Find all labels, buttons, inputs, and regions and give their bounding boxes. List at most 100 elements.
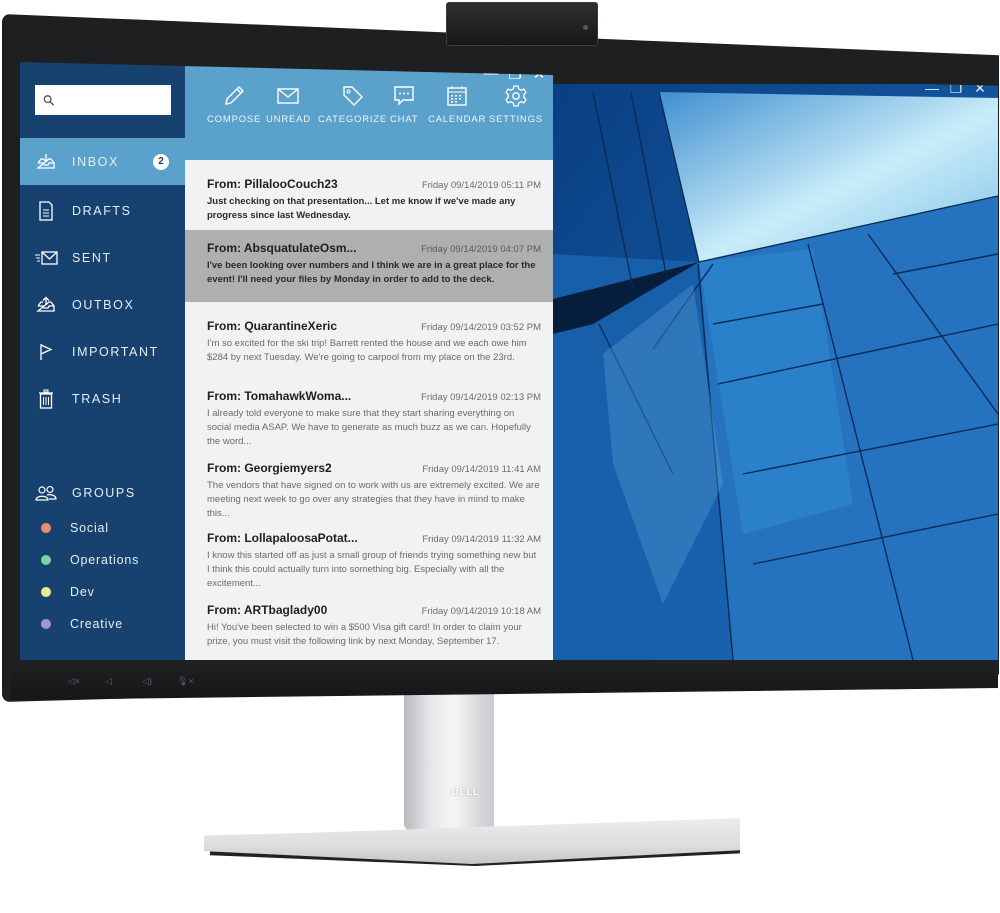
group-color-dot xyxy=(41,523,51,533)
group-label: Creative xyxy=(70,617,123,631)
settings-label: SETTINGS xyxy=(489,114,543,125)
mail-app-window: INBOX 2 DRAFTS SENT OUTBOX IMPORTANT TRA… xyxy=(20,62,553,660)
group-label: Social xyxy=(70,521,109,535)
compose-label: COMPOSE xyxy=(207,114,262,125)
message-item[interactable]: From: PillalooCouch23 Friday 09/14/2019 … xyxy=(185,168,553,232)
group-item-operations[interactable]: Operations xyxy=(20,546,185,574)
unread-label: UNREAD xyxy=(266,114,311,125)
message-preview: I know this started off as just a small … xyxy=(207,550,537,589)
wallpaper-geometry xyxy=(553,84,998,660)
message-item[interactable]: From: TomahawkWoma... Friday 09/14/2019 … xyxy=(185,380,553,447)
categorize-button[interactable]: CATEGORIZE xyxy=(318,84,387,125)
message-date: Friday 09/14/2019 11:41 AM xyxy=(422,464,541,475)
calendar-label: CALENDAR xyxy=(428,114,487,125)
message-item[interactable]: From: Georgiemyers2 Friday 09/14/2019 11… xyxy=(185,452,553,519)
mic-mute-icon[interactable]: 🎙× xyxy=(177,676,194,687)
monitor-screen: INBOX 2 DRAFTS SENT OUTBOX IMPORTANT TRA… xyxy=(20,62,998,660)
settings-button[interactable]: SETTINGS xyxy=(489,84,543,125)
sidebar-item-label: OUTBOX xyxy=(72,297,135,312)
speaker-mute-icon[interactable]: ◁× xyxy=(68,676,80,687)
drafts-icon xyxy=(20,200,72,221)
message-item[interactable]: From: ARTbaglady00 Friday 09/14/2019 10:… xyxy=(185,594,553,660)
sidebar-item-label: INBOX xyxy=(72,154,119,169)
message-date: Friday 09/14/2019 10:18 AM xyxy=(421,606,541,617)
unread-count-badge: 2 xyxy=(153,153,169,170)
compose-button[interactable]: COMPOSE xyxy=(207,84,261,125)
message-date: Friday 09/14/2019 11:32 AM xyxy=(422,534,541,545)
message-sender: From: QuarantineXeric xyxy=(207,319,338,333)
sidebar-item-outbox[interactable]: OUTBOX xyxy=(20,281,185,328)
message-preview: I've been looking over numbers and I thi… xyxy=(207,260,536,285)
sidebar-item-label: IMPORTANT xyxy=(72,344,159,359)
group-label: Dev xyxy=(70,585,95,599)
message-item[interactable]: From: QuarantineXeric Friday 09/14/2019 … xyxy=(185,310,553,376)
message-sender: From: Georgiemyers2 xyxy=(207,461,332,475)
unread-button[interactable]: UNREAD xyxy=(266,84,311,125)
message-preview: Just checking on that presentation... Le… xyxy=(207,196,516,221)
group-item-dev[interactable]: Dev xyxy=(20,578,185,606)
group-label: Operations xyxy=(70,553,140,567)
group-item-creative[interactable]: Creative xyxy=(20,610,185,638)
sidebar-item-label: TRASH xyxy=(72,391,123,406)
chat-button[interactable]: CHAT xyxy=(390,84,418,125)
speaker-high-icon[interactable]: ◁) xyxy=(142,676,152,687)
calendar-button[interactable]: CALENDAR xyxy=(428,84,486,125)
message-sender: From: LollapaloosaPotat... xyxy=(207,531,358,545)
speaker-low-icon[interactable]: ◁ xyxy=(105,676,112,687)
message-item[interactable]: From: LollapaloosaPotat... Friday 09/14/… xyxy=(185,522,553,589)
message-sender: From: ARTbaglady00 xyxy=(207,603,328,617)
pencil-icon xyxy=(225,86,245,105)
groups-icon xyxy=(20,485,72,501)
chat-label: CHAT xyxy=(390,114,419,125)
chat-icon xyxy=(394,86,414,106)
search-icon xyxy=(43,94,55,106)
sidebar-item-inbox[interactable]: INBOX 2 xyxy=(20,138,185,185)
sidebar-item-sent[interactable]: SENT xyxy=(20,234,185,281)
sidebar-item-trash[interactable]: TRASH xyxy=(20,375,185,422)
monitor-stand-neck xyxy=(404,690,494,830)
dell-logo: DELL xyxy=(452,787,480,797)
mail-toolbar: — ❐ ✕ COMPOSE UNREAD CATEGORIZE CHAT xyxy=(185,62,553,160)
gear-icon xyxy=(505,85,527,107)
wallpaper-window: — ❐ ✕ xyxy=(553,62,998,660)
calendar-icon xyxy=(447,86,467,106)
message-sender: From: AbsquatulateOsm... xyxy=(207,241,357,255)
message-date: Friday 09/14/2019 04:07 PM xyxy=(421,244,541,255)
message-preview: Hi! You've been selected to win a $500 V… xyxy=(207,622,522,647)
sidebar-item-label: SENT xyxy=(72,250,112,265)
group-color-dot xyxy=(41,555,51,565)
webcam-lens-icon xyxy=(583,25,588,30)
inbox-icon xyxy=(20,153,72,171)
wallpaper-image xyxy=(553,84,998,660)
sidebar-item-important[interactable]: IMPORTANT xyxy=(20,328,185,375)
group-color-dot xyxy=(41,587,51,597)
sidebar-item-drafts[interactable]: DRAFTS xyxy=(20,187,185,234)
sidebar-item-groups[interactable]: GROUPS xyxy=(20,469,185,516)
message-preview: I'm so excited for the ski trip! Barrett… xyxy=(207,338,527,363)
message-date: Friday 09/14/2019 02:13 PM xyxy=(421,392,541,403)
message-date: Friday 09/14/2019 05:11 PM xyxy=(421,180,541,191)
message-sender: From: PillalooCouch23 xyxy=(207,177,338,191)
tag-icon xyxy=(342,86,363,106)
sidebar-item-label: DRAFTS xyxy=(72,203,132,218)
message-list: From: PillalooCouch23 Friday 09/14/2019 … xyxy=(185,160,553,660)
categorize-label: CATEGORIZE xyxy=(318,114,388,125)
message-preview: The vendors that have signed on to work … xyxy=(207,480,540,519)
envelope-icon xyxy=(277,88,300,104)
message-sender: From: TomahawkWoma... xyxy=(207,389,352,403)
message-preview: I already told everyone to make sure tha… xyxy=(207,408,531,447)
message-item-selected[interactable]: From: AbsquatulateOsm... Friday 09/14/20… xyxy=(185,230,553,302)
monitor-chin xyxy=(10,660,998,700)
message-date: Friday 09/14/2019 03:52 PM xyxy=(421,322,541,333)
search-field[interactable] xyxy=(35,85,171,115)
sidebar: INBOX 2 DRAFTS SENT OUTBOX IMPORTANT TRA… xyxy=(20,62,185,660)
trash-icon xyxy=(20,389,72,409)
groups-label: GROUPS xyxy=(72,485,136,500)
group-item-social[interactable]: Social xyxy=(20,514,185,542)
group-color-dot xyxy=(41,619,51,629)
webcam xyxy=(446,2,598,46)
search-input[interactable] xyxy=(61,93,171,107)
flag-icon xyxy=(20,343,72,361)
outbox-icon xyxy=(20,296,72,314)
sent-icon xyxy=(20,250,72,266)
